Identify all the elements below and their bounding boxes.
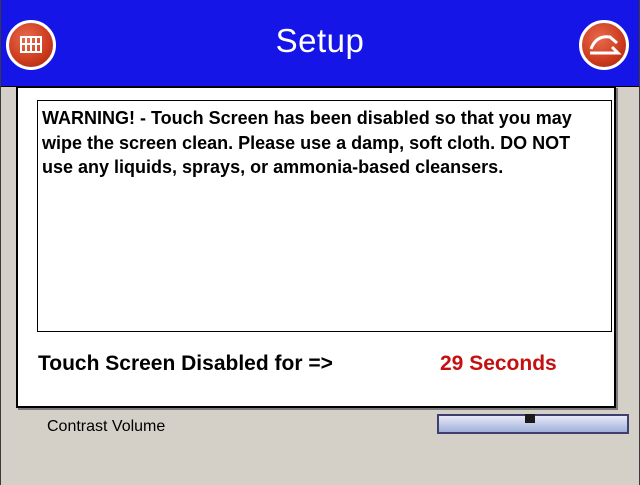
exit-button[interactable] [579,20,629,70]
title-bar: Setup [1,0,639,87]
slider-thumb[interactable] [525,414,535,423]
contrast-volume-slider[interactable] [437,414,629,434]
exit-icon [589,35,622,55]
countdown-label: Touch Screen Disabled for => [38,352,333,375]
countdown-row: Touch Screen Disabled for => 29 Seconds [38,352,598,382]
warning-message-box: WARNING! - Touch Screen has been disable… [37,100,612,332]
countdown-value: 29 Seconds [440,352,557,375]
warning-message: WARNING! - Touch Screen has been disable… [42,108,572,177]
contrast-volume-label: Contrast Volume [47,418,166,435]
touch-disabled-dialog: WARNING! - Touch Screen has been disable… [16,86,616,408]
window-title: Setup [275,22,365,59]
